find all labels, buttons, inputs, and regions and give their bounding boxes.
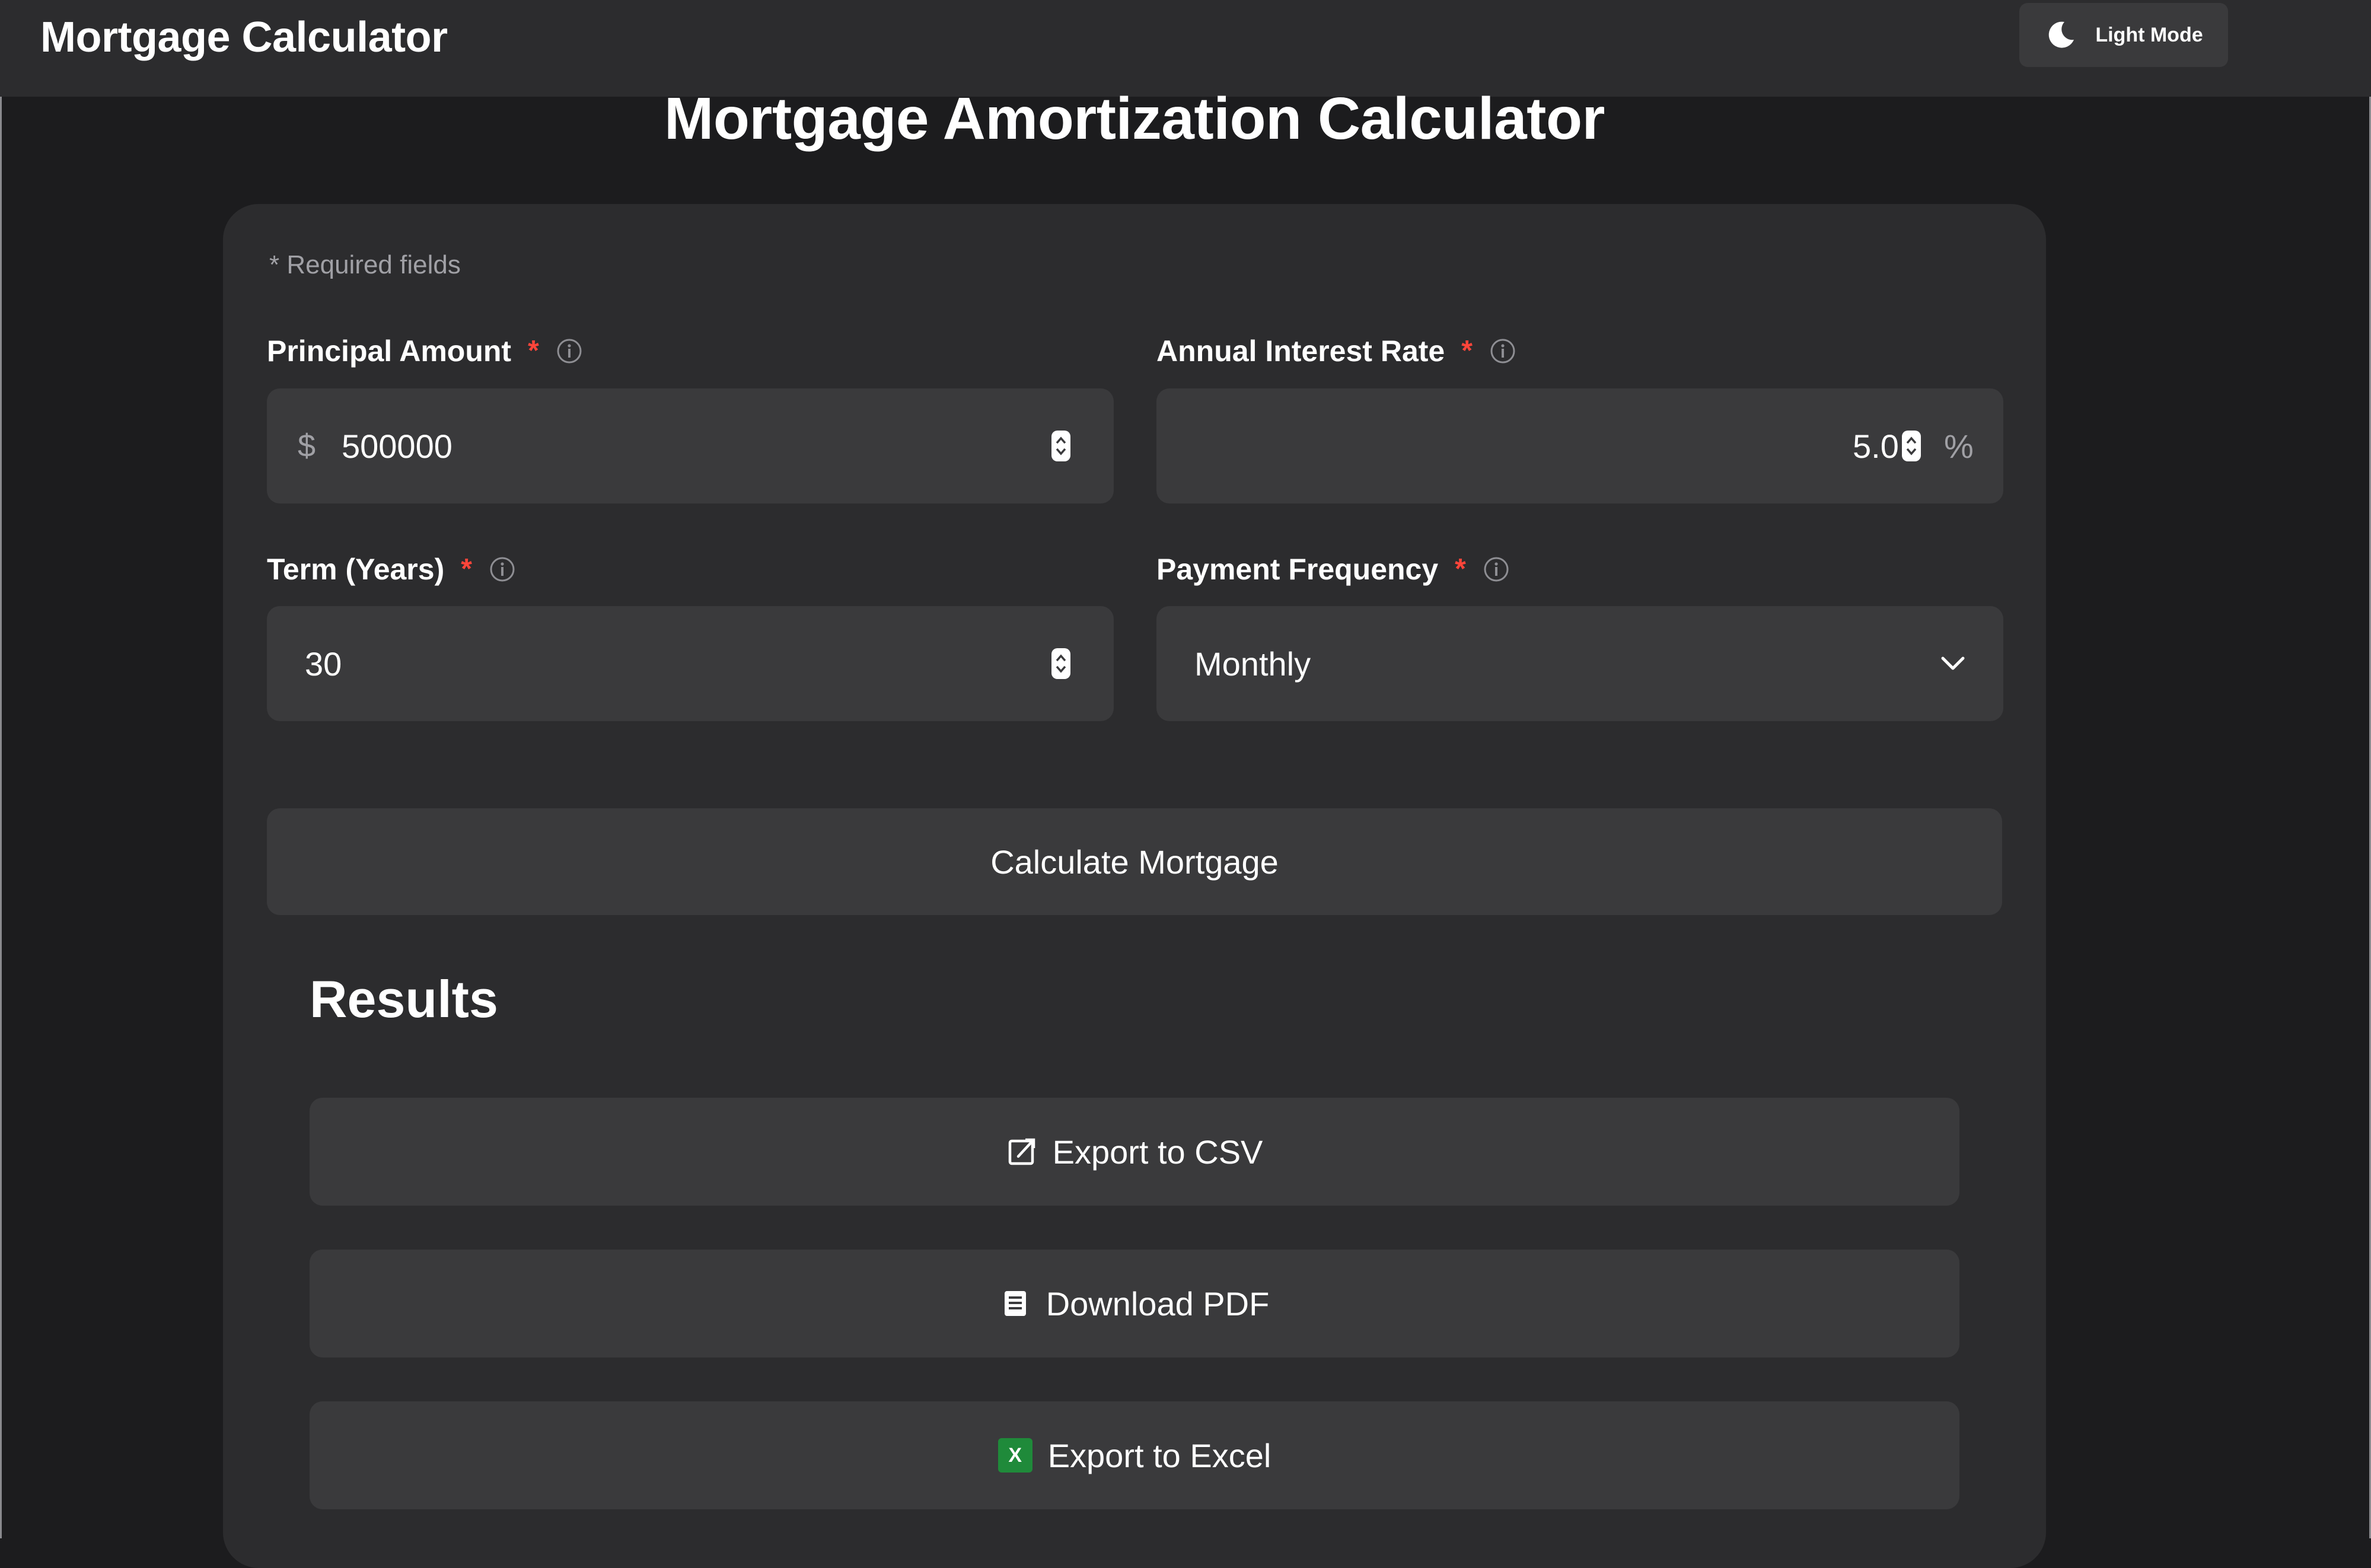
frequency-label-row: Payment Frequency *: [1156, 552, 1510, 587]
term-value[interactable]: 30: [305, 606, 342, 721]
external-export-icon: [1008, 1138, 1035, 1165]
interest-rate-value[interactable]: 5.0: [1853, 388, 1899, 503]
term-input[interactable]: 30: [267, 606, 1114, 721]
principal-input[interactable]: $ 500000: [267, 388, 1114, 503]
info-icon[interactable]: [1489, 337, 1516, 365]
export-excel-label: Export to Excel: [1047, 1436, 1271, 1474]
interest-rate-input[interactable]: 5.0 %: [1156, 388, 2003, 503]
dollar-prefix: $: [298, 428, 316, 464]
number-stepper-icon[interactable]: [1051, 430, 1071, 462]
export-csv-button[interactable]: Export to CSV: [310, 1098, 1959, 1206]
export-csv-label: Export to CSV: [1052, 1133, 1263, 1171]
principal-label: Principal Amount: [267, 334, 512, 368]
chevron-down-icon: [1941, 656, 1965, 670]
required-fields-note: * Required fields: [269, 250, 461, 279]
calculate-mortgage-button[interactable]: Calculate Mortgage: [267, 808, 2002, 915]
required-asterisk: *: [1461, 335, 1473, 366]
principal-label-row: Principal Amount *: [267, 333, 583, 369]
payment-frequency-value: Monthly: [1194, 645, 1311, 683]
percent-suffix: %: [1944, 427, 1974, 465]
payment-frequency-select[interactable]: Monthly: [1156, 606, 2003, 721]
required-asterisk: *: [1455, 553, 1466, 585]
excel-icon: X: [998, 1438, 1032, 1473]
required-asterisk: *: [528, 335, 539, 366]
export-excel-button[interactable]: X Export to Excel: [310, 1401, 1959, 1509]
number-stepper-icon[interactable]: [1051, 648, 1071, 680]
document-icon: [1004, 1291, 1026, 1316]
info-icon[interactable]: [489, 556, 516, 583]
mode-toggle-label: Light Mode: [2095, 23, 2203, 46]
top-bar: Mortgage Calculator Light Mode: [0, 0, 2371, 97]
payment-frequency-label: Payment Frequency: [1156, 553, 1439, 586]
required-asterisk: *: [461, 553, 472, 585]
results-heading: Results: [310, 970, 498, 1028]
info-icon[interactable]: [556, 337, 583, 365]
moon-icon: [2049, 21, 2074, 48]
light-mode-toggle-button[interactable]: Light Mode: [2019, 3, 2228, 67]
principal-value[interactable]: 500000: [342, 388, 452, 503]
interest-rate-label: Annual Interest Rate: [1156, 334, 1445, 368]
download-pdf-label: Download PDF: [1046, 1285, 1270, 1322]
term-label: Term (Years): [267, 553, 445, 586]
interest-label-row: Annual Interest Rate *: [1156, 333, 1516, 369]
number-stepper-icon[interactable]: [1901, 430, 1921, 462]
app-title: Mortgage Calculator: [40, 14, 448, 61]
info-icon[interactable]: [1483, 556, 1510, 583]
page-title: Mortgage Amortization Calculator: [664, 85, 1605, 152]
download-pdf-button[interactable]: Download PDF: [310, 1250, 1959, 1357]
term-label-row: Term (Years) *: [267, 552, 516, 587]
